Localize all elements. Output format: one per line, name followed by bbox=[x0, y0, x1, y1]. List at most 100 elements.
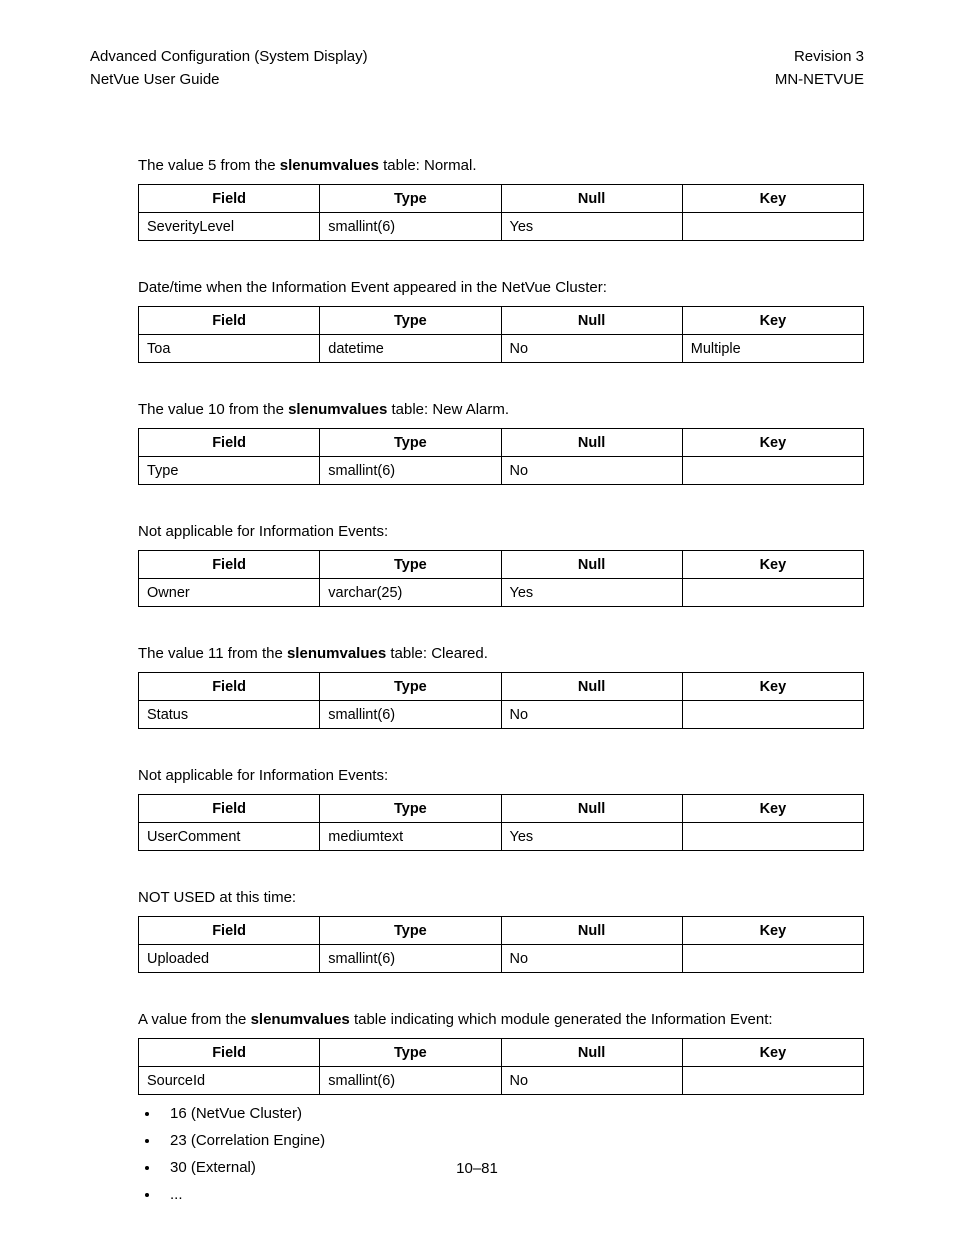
cell-type: varchar(25) bbox=[320, 579, 501, 607]
section: Not applicable for Information Events: Fi… bbox=[138, 765, 864, 851]
column-header-field: Field bbox=[139, 917, 320, 945]
desc-bold: slenumvalues bbox=[251, 1011, 350, 1028]
cell-field: Type bbox=[139, 457, 320, 485]
column-header-key: Key bbox=[682, 185, 863, 213]
column-header-null: Null bbox=[501, 795, 682, 823]
cell-field: Toa bbox=[139, 335, 320, 363]
desc-text: The value 10 from the bbox=[138, 401, 288, 418]
header-left: Advanced Configuration (System Display) … bbox=[90, 46, 368, 91]
table-row: SourceIdsmallint(6)No bbox=[139, 1067, 864, 1095]
column-header-key: Key bbox=[682, 673, 863, 701]
bullet-list: 16 (NetVue Cluster) 23 (Correlation Engin… bbox=[138, 1105, 864, 1203]
cell-null: No bbox=[501, 945, 682, 973]
column-header-type: Type bbox=[320, 795, 501, 823]
column-header-type: Type bbox=[320, 673, 501, 701]
table-row: Uploadedsmallint(6)No bbox=[139, 945, 864, 973]
column-header-key: Key bbox=[682, 429, 863, 457]
column-header-null: Null bbox=[501, 307, 682, 335]
desc-text: table: Normal. bbox=[379, 157, 477, 174]
desc-text: table indicating which module generated … bbox=[350, 1011, 773, 1028]
desc-text: table: New Alarm. bbox=[387, 401, 509, 418]
section: The value 11 from the slenumvalues table… bbox=[138, 643, 864, 729]
column-header-null: Null bbox=[501, 673, 682, 701]
table-header-row: FieldTypeNullKey bbox=[139, 185, 864, 213]
cell-type: smallint(6) bbox=[320, 457, 501, 485]
page-header: Advanced Configuration (System Display) … bbox=[90, 46, 864, 91]
table-row: UserCommentmediumtextYes bbox=[139, 823, 864, 851]
desc-text: Date/time when the Information Event app… bbox=[138, 279, 607, 296]
column-header-null: Null bbox=[501, 917, 682, 945]
column-header-null: Null bbox=[501, 185, 682, 213]
header-docid: MN-NETVUE bbox=[775, 69, 864, 92]
section: Date/time when the Information Event app… bbox=[138, 277, 864, 363]
section-description: The value 11 from the slenumvalues table… bbox=[138, 643, 864, 664]
cell-type: datetime bbox=[320, 335, 501, 363]
cell-key: Multiple bbox=[682, 335, 863, 363]
table-header-row: FieldTypeNullKey bbox=[139, 551, 864, 579]
column-header-field: Field bbox=[139, 185, 320, 213]
table-row: ToadatetimeNoMultiple bbox=[139, 335, 864, 363]
cell-field: Status bbox=[139, 701, 320, 729]
table-header-row: FieldTypeNullKey bbox=[139, 1039, 864, 1067]
section-description: Not applicable for Information Events: bbox=[138, 521, 864, 542]
desc-text: The value 5 from the bbox=[138, 157, 280, 174]
cell-null: No bbox=[501, 335, 682, 363]
cell-null: Yes bbox=[501, 823, 682, 851]
cell-type: smallint(6) bbox=[320, 213, 501, 241]
table-header-row: FieldTypeNullKey bbox=[139, 429, 864, 457]
header-right: Revision 3 MN-NETVUE bbox=[775, 46, 864, 91]
field-table: FieldTypeNullKeySourceIdsmallint(6)No bbox=[138, 1038, 864, 1095]
desc-bold: slenumvalues bbox=[280, 157, 379, 174]
column-header-type: Type bbox=[320, 551, 501, 579]
cell-type: smallint(6) bbox=[320, 945, 501, 973]
column-header-type: Type bbox=[320, 307, 501, 335]
list-item: 23 (Correlation Engine) bbox=[160, 1132, 864, 1149]
column-header-key: Key bbox=[682, 307, 863, 335]
cell-key bbox=[682, 701, 863, 729]
cell-null: No bbox=[501, 457, 682, 485]
field-table: FieldTypeNullKeyUserCommentmediumtextYes bbox=[138, 794, 864, 851]
list-item: 16 (NetVue Cluster) bbox=[160, 1105, 864, 1122]
desc-bold: slenumvalues bbox=[287, 645, 386, 662]
column-header-null: Null bbox=[501, 1039, 682, 1067]
cell-null: Yes bbox=[501, 579, 682, 607]
cell-field: UserComment bbox=[139, 823, 320, 851]
table-header-row: FieldTypeNullKey bbox=[139, 307, 864, 335]
cell-null: Yes bbox=[501, 213, 682, 241]
cell-key bbox=[682, 1067, 863, 1095]
column-header-field: Field bbox=[139, 307, 320, 335]
field-table: FieldTypeNullKeyStatussmallint(6)No bbox=[138, 672, 864, 729]
column-header-key: Key bbox=[682, 917, 863, 945]
field-table: FieldTypeNullKeySeverityLevelsmallint(6)… bbox=[138, 184, 864, 241]
cell-key bbox=[682, 213, 863, 241]
section: NOT USED at this time:FieldTypeNullKeyUp… bbox=[138, 887, 864, 973]
section-description: NOT USED at this time: bbox=[138, 887, 864, 908]
cell-key bbox=[682, 457, 863, 485]
column-header-type: Type bbox=[320, 917, 501, 945]
cell-key bbox=[682, 945, 863, 973]
desc-text: A value from the bbox=[138, 1011, 251, 1028]
cell-null: No bbox=[501, 1067, 682, 1095]
desc-bold: slenumvalues bbox=[288, 401, 387, 418]
cell-field: SourceId bbox=[139, 1067, 320, 1095]
section-description: The value 10 from the slenumvalues table… bbox=[138, 399, 864, 420]
cell-type: smallint(6) bbox=[320, 701, 501, 729]
column-header-field: Field bbox=[139, 551, 320, 579]
section-description: The value 5 from the slenumvalues table:… bbox=[138, 155, 864, 176]
header-subtitle: NetVue User Guide bbox=[90, 69, 368, 92]
column-header-field: Field bbox=[139, 673, 320, 701]
column-header-null: Null bbox=[501, 429, 682, 457]
desc-text: table: Cleared. bbox=[386, 645, 488, 662]
cell-field: Uploaded bbox=[139, 945, 320, 973]
section-description: Not applicable for Information Events: bbox=[138, 765, 864, 786]
column-header-null: Null bbox=[501, 551, 682, 579]
column-header-key: Key bbox=[682, 551, 863, 579]
desc-text: Not applicable for Information Events: bbox=[138, 523, 388, 540]
cell-key bbox=[682, 823, 863, 851]
header-title: Advanced Configuration (System Display) bbox=[90, 46, 368, 69]
cell-type: smallint(6) bbox=[320, 1067, 501, 1095]
table-row: SeverityLevelsmallint(6)Yes bbox=[139, 213, 864, 241]
table-row: Typesmallint(6)No bbox=[139, 457, 864, 485]
field-table: FieldTypeNullKeyToadatetimeNoMultiple bbox=[138, 306, 864, 363]
page-number: 10–81 bbox=[0, 1160, 954, 1177]
